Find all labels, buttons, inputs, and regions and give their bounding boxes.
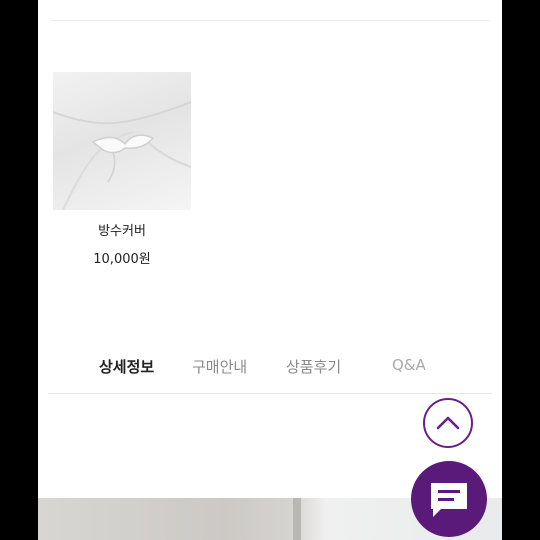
- scroll-top-button[interactable]: [423, 398, 473, 448]
- chevron-up-icon: [436, 416, 460, 430]
- product-price: 10,000원: [93, 252, 151, 267]
- product-thumbnail[interactable]: [53, 72, 191, 210]
- page-content: 방수커버 10,000원 상세정보 구매안내 상품후기 Q&A: [38, 0, 502, 540]
- product-name[interactable]: 방수커버: [53, 220, 191, 239]
- tab-qna[interactable]: Q&A: [392, 356, 426, 374]
- tab-purchase-guide[interactable]: 구매안내: [192, 356, 247, 377]
- image-divider: [293, 498, 301, 540]
- chat-bubble-icon: [431, 483, 467, 517]
- product-card[interactable]: 방수커버 10,000원: [53, 72, 191, 267]
- tab-reviews[interactable]: 상품후기: [286, 356, 341, 377]
- tab-detail-info[interactable]: 상세정보: [99, 356, 154, 377]
- top-divider: [50, 20, 490, 21]
- detail-tabs: 상세정보 구매안내 상품후기 Q&A: [48, 353, 492, 394]
- waterproof-cover-image: [53, 101, 191, 210]
- chat-button[interactable]: [411, 461, 487, 537]
